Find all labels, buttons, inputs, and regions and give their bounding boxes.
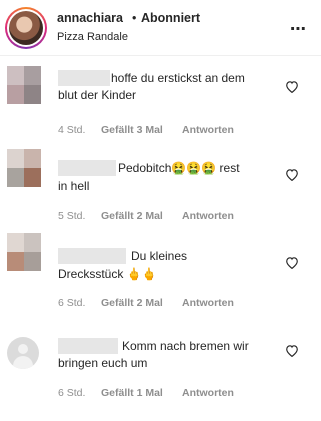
comment-time: 5 Std. (58, 210, 86, 222)
location-link[interactable]: Pizza Randale (57, 31, 128, 43)
comment-text: in hell (58, 179, 90, 193)
reply-button[interactable]: Antworten (182, 124, 234, 136)
comment-text: hoffe du erstickst an dem (111, 71, 245, 85)
comment-item: Du kleines Drecksstück 🖕🖕 6 Std. Gefällt… (0, 229, 321, 309)
comment-text: Du kleines (131, 249, 188, 263)
heart-icon[interactable] (285, 168, 299, 181)
post-header: annachiara • Abonniert Pizza Randale ⋯ (0, 0, 321, 56)
comment-text-part: Drecksstück (58, 267, 124, 281)
follow-status-button[interactable]: Abonniert (141, 11, 200, 25)
comment-text: Komm nach bremen wir (122, 339, 249, 353)
comment-item: Pedobitch🤮🤮🤮 rest in hell 5 Std. Gefällt… (0, 145, 321, 225)
commenter-avatar[interactable] (7, 66, 41, 104)
username[interactable]: annachiara (57, 11, 123, 25)
comment-text: bringen euch um (58, 356, 148, 370)
commenter-avatar[interactable] (7, 149, 41, 187)
profile-avatar[interactable] (5, 7, 47, 49)
redacted-username (58, 338, 118, 354)
heart-icon[interactable] (285, 256, 299, 269)
redacted-username (58, 160, 116, 176)
heart-icon[interactable] (285, 80, 299, 93)
comment-time: 6 Std. (58, 387, 86, 399)
like-count[interactable]: Gefällt 3 Mal (101, 124, 163, 136)
redacted-username (58, 248, 126, 264)
like-count[interactable]: Gefällt 2 Mal (101, 210, 163, 222)
default-avatar-icon[interactable] (7, 337, 39, 369)
comment-text-part: rest (219, 161, 240, 175)
reply-button[interactable]: Antworten (182, 387, 234, 399)
comment-text-part: Pedobitch (118, 161, 172, 175)
like-count[interactable]: Gefällt 2 Mal (101, 297, 163, 309)
separator-dot: • (132, 11, 137, 25)
like-count[interactable]: Gefällt 1 Mal (101, 387, 163, 399)
comment-text: blut der Kinder (58, 88, 137, 102)
more-options-icon[interactable]: ⋯ (290, 19, 307, 39)
comment-item: hoffe du erstickst an dem blut der Kinde… (0, 62, 321, 142)
heart-icon[interactable] (285, 344, 299, 357)
comment-time: 6 Std. (58, 297, 86, 309)
middle-finger-emoji: 🖕🖕 (126, 267, 157, 281)
comment-text: Drecksstück 🖕🖕 (58, 266, 157, 283)
comment-text: Pedobitch🤮🤮🤮 rest (118, 160, 240, 177)
comment-item: Komm nach bremen wir bringen euch um 6 S… (0, 330, 321, 410)
vomit-emoji: 🤮🤮🤮 (171, 161, 217, 175)
reply-button[interactable]: Antworten (182, 210, 234, 222)
commenter-avatar[interactable] (7, 233, 41, 271)
comment-time: 4 Std. (58, 124, 86, 136)
reply-button[interactable]: Antworten (182, 297, 234, 309)
redacted-username (58, 70, 110, 86)
